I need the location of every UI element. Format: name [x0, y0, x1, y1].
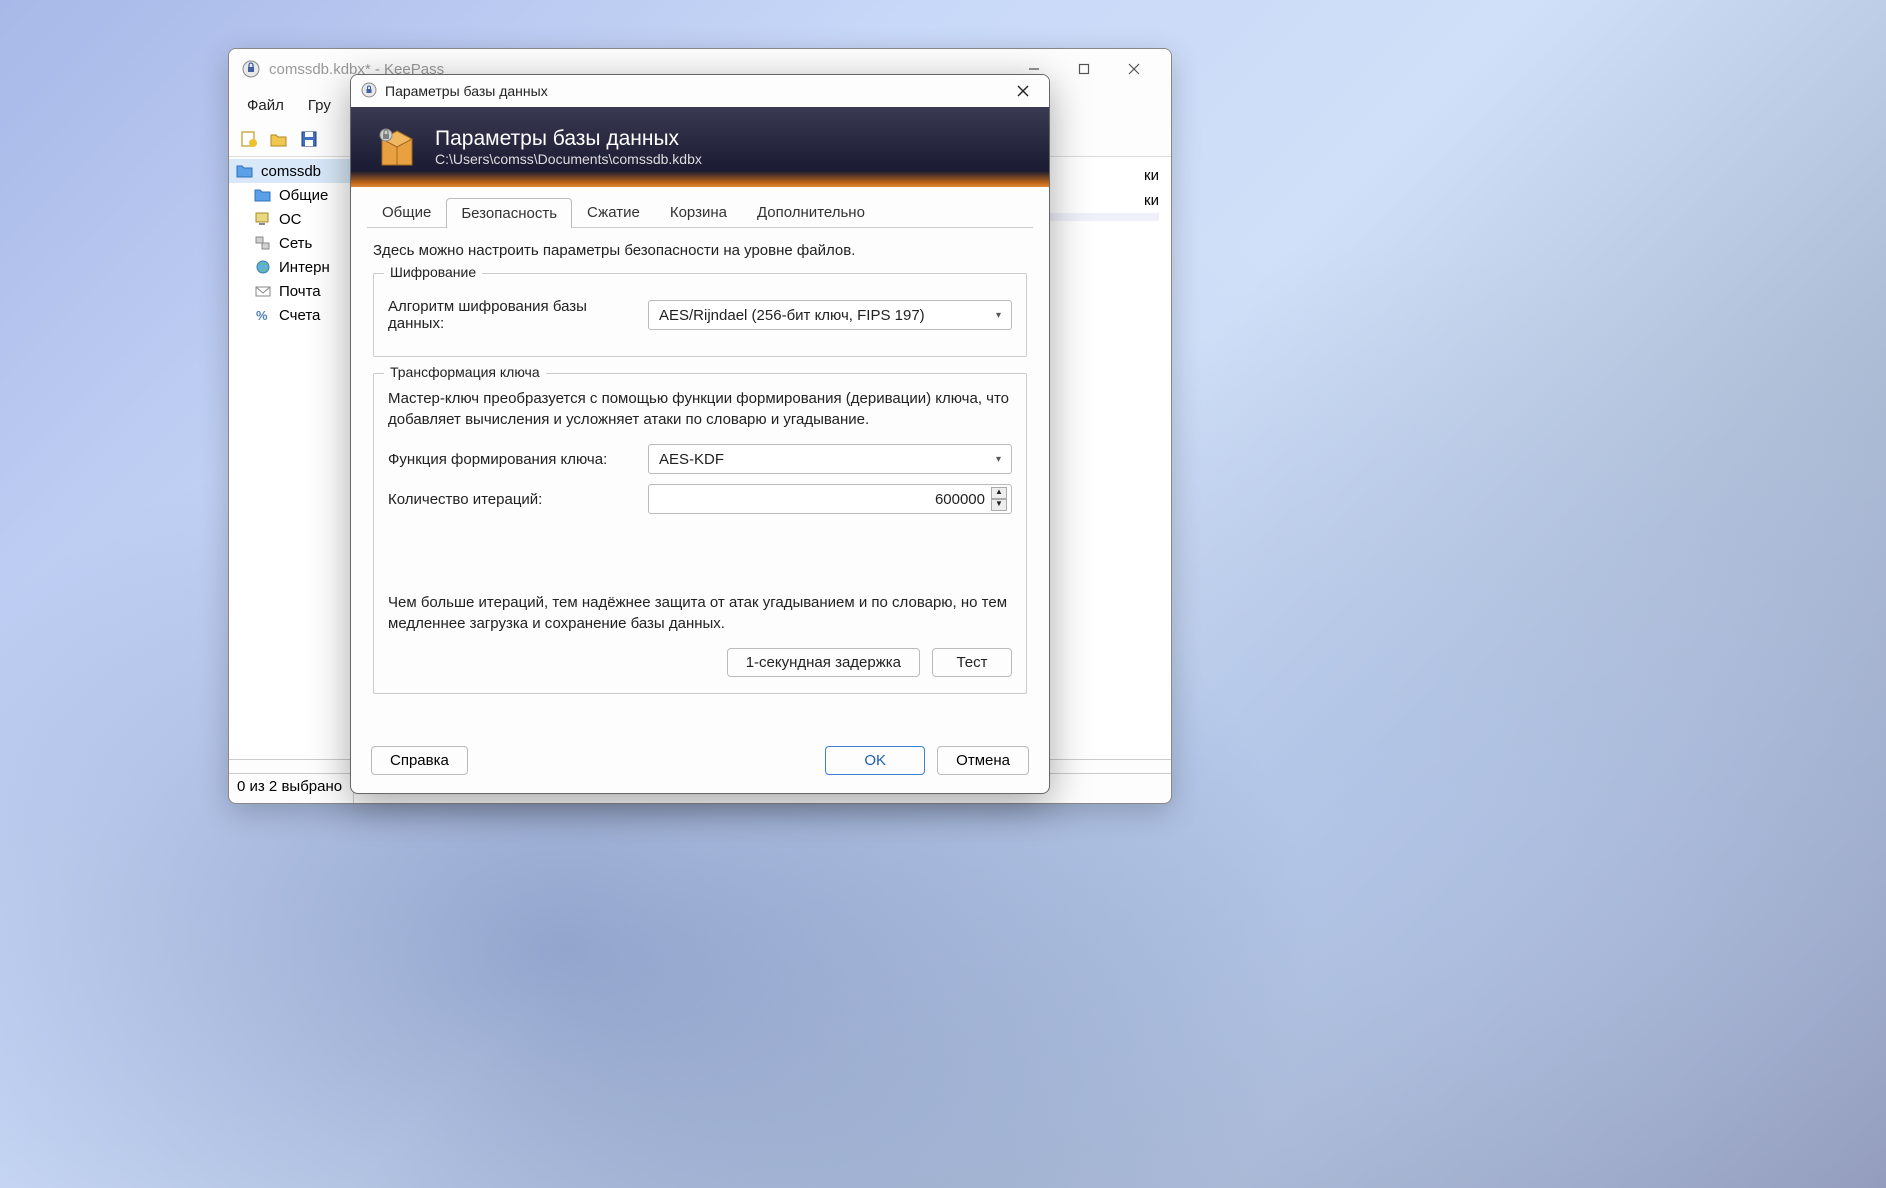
menu-group[interactable]: Гру [298, 93, 341, 118]
algo-label: Алгоритм шифрования базы данных: [388, 298, 638, 332]
kdf-groupbox: Трансформация ключа Мастер-ключ преобраз… [373, 373, 1027, 694]
tree-item-general[interactable]: Общие [229, 183, 353, 207]
group-tree-panel[interactable]: comssdb Общие ОС Сеть Интерн Почта [229, 157, 354, 759]
dialog-banner: Параметры базы данных C:\Users\comss\Doc… [351, 107, 1049, 187]
kdf-func-label: Функция формирования ключа: [388, 451, 638, 468]
globe-icon [253, 258, 273, 276]
folder-icon [253, 186, 273, 204]
svg-text:%: % [256, 308, 268, 323]
tree-root-label: comssdb [261, 163, 321, 180]
tree-root[interactable]: comssdb [229, 159, 353, 183]
tree-item-label: ОС [279, 211, 302, 228]
kdf-description: Мастер-ключ преобразуется с помощью функ… [388, 388, 1012, 430]
spin-down-button[interactable]: ▼ [991, 499, 1007, 511]
computer-icon [253, 210, 273, 228]
chevron-down-icon: ▾ [996, 310, 1001, 321]
dialog-tabs: Общие Безопасность Сжатие Корзина Дополн… [367, 197, 1033, 228]
spin-up-button[interactable]: ▲ [991, 487, 1007, 499]
iterations-value: 600000 [659, 491, 991, 508]
new-db-icon[interactable] [237, 127, 261, 151]
db-settings-dialog: Параметры базы данных Параметры базы дан… [350, 74, 1050, 794]
one-second-delay-button[interactable]: 1-секундная задержка [727, 648, 920, 677]
combo-value: AES/Rijndael (256-бит ключ, FIPS 197) [659, 307, 996, 324]
banner-path: C:\Users\comss\Documents\comssdb.kdbx [435, 151, 702, 167]
tree-item-accounts[interactable]: % Счета [229, 303, 353, 327]
test-button[interactable]: Тест [932, 648, 1012, 677]
ok-button[interactable]: OK [825, 746, 925, 775]
cancel-button[interactable]: Отмена [937, 746, 1029, 775]
status-selection: 0 из 2 выбрано [229, 774, 354, 803]
banner-title: Параметры базы данных [435, 127, 702, 151]
tab-advanced[interactable]: Дополнительно [742, 197, 880, 227]
maximize-button[interactable] [1059, 51, 1109, 87]
iterations-label: Количество итераций: [388, 491, 638, 508]
iterations-input[interactable]: 600000 ▲ ▼ [648, 484, 1012, 514]
open-db-icon[interactable] [267, 127, 291, 151]
dialog-titlebar[interactable]: Параметры базы данных [351, 75, 1049, 107]
tree-item-label: Сеть [279, 235, 312, 252]
dialog-title-text: Параметры базы данных [385, 83, 1007, 99]
dialog-footer: Справка OK Отмена [351, 732, 1049, 793]
network-icon [253, 234, 273, 252]
kdf-function-combo[interactable]: AES-KDF ▾ [648, 444, 1012, 474]
close-button[interactable] [1109, 51, 1159, 87]
tree-item-network[interactable]: Сеть [229, 231, 353, 255]
tab-recycle[interactable]: Корзина [655, 197, 742, 227]
tab-security-content: Здесь можно настроить параметры безопасн… [351, 228, 1049, 724]
lock-icon [361, 82, 379, 100]
tree-item-label: Счета [279, 307, 320, 324]
app-icon [241, 59, 261, 79]
chevron-down-icon: ▾ [996, 454, 1001, 465]
menu-file[interactable]: Файл [237, 93, 294, 118]
mail-icon [253, 282, 273, 300]
encryption-groupbox: Шифрование Алгоритм шифрования базы данн… [373, 273, 1027, 357]
encryption-group-label: Шифрование [384, 264, 482, 280]
security-description: Здесь можно настроить параметры безопасн… [373, 242, 1027, 259]
encryption-algorithm-combo[interactable]: AES/Rijndael (256-бит ключ, FIPS 197) ▾ [648, 300, 1012, 330]
folder-open-icon [235, 162, 255, 180]
tab-security[interactable]: Безопасность [446, 198, 572, 228]
tab-general[interactable]: Общие [367, 197, 446, 227]
tree-item-label: Почта [279, 283, 321, 300]
tree-item-mail[interactable]: Почта [229, 279, 353, 303]
help-button[interactable]: Справка [371, 746, 468, 775]
package-lock-icon [367, 120, 421, 174]
save-db-icon[interactable] [297, 127, 321, 151]
tree-item-label: Общие [279, 187, 328, 204]
tree-item-label: Интерн [279, 259, 330, 276]
kdf-info-text: Чем больше итераций, тем надёжнее защита… [388, 592, 1012, 634]
percent-icon: % [253, 306, 273, 324]
tree-item-os[interactable]: ОС [229, 207, 353, 231]
tab-compression[interactable]: Сжатие [572, 197, 655, 227]
kdf-group-label: Трансформация ключа [384, 364, 546, 380]
dialog-close-button[interactable] [1007, 77, 1039, 105]
tree-item-internet[interactable]: Интерн [229, 255, 353, 279]
combo-value: AES-KDF [659, 451, 996, 468]
